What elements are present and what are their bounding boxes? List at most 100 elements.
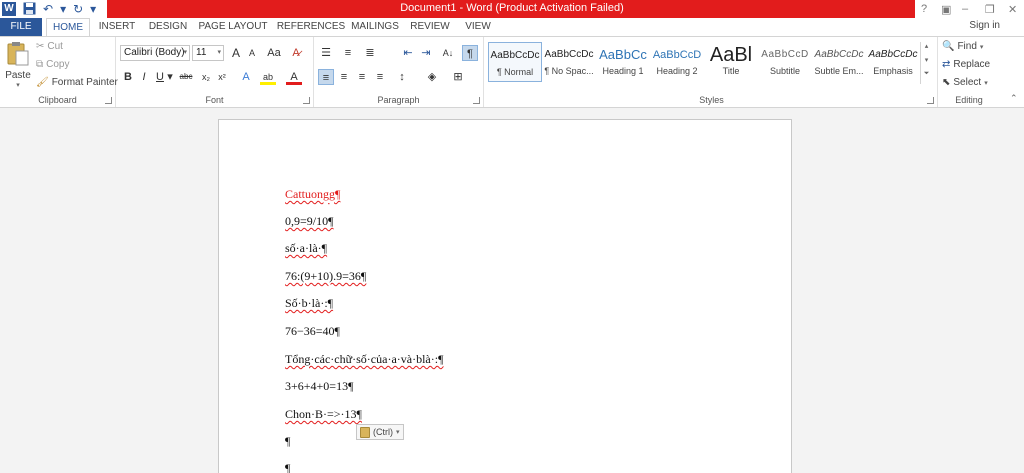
word-app-icon[interactable]: W bbox=[2, 2, 16, 16]
paragraph-group-label: Paragraph bbox=[377, 95, 420, 105]
font-family-combo[interactable]: Calibri (Body) ▾ bbox=[120, 45, 190, 61]
paragraph-8[interactable]: 3+6+4+0=13¶ bbox=[285, 379, 354, 394]
paragraph-10[interactable]: ¶ bbox=[285, 434, 290, 449]
collapse-ribbon-icon[interactable]: ⌃ bbox=[1010, 93, 1018, 104]
change-case-button[interactable]: Aa bbox=[264, 45, 284, 61]
restore-button[interactable]: ❐ bbox=[985, 0, 995, 18]
tab-review[interactable]: REVIEW bbox=[410, 18, 450, 36]
style-emphasis[interactable]: AaBbCcDc Emphasis bbox=[866, 42, 920, 82]
scroll-down-icon[interactable]: ▾ bbox=[921, 56, 932, 70]
minimize-button[interactable]: – bbox=[962, 0, 968, 18]
style-subtitle[interactable]: AaBbCcD Subtitle bbox=[758, 42, 812, 82]
line-spacing-icon: ↕ bbox=[399, 71, 405, 83]
font-launcher-icon[interactable] bbox=[303, 97, 310, 104]
align-left-button[interactable]: ≡ bbox=[318, 69, 334, 85]
line-spacing-button[interactable]: ↕ bbox=[394, 69, 410, 85]
paragraph-2[interactable]: 0,9=9/10¶ bbox=[285, 214, 334, 229]
sign-in-link[interactable]: Sign in bbox=[969, 20, 1000, 31]
paragraph-4[interactable]: 76:(9+10).9=36¶ bbox=[285, 269, 366, 284]
help-button[interactable]: ? bbox=[921, 0, 927, 18]
format-painter-button[interactable]: 🖌 Format Painter bbox=[36, 77, 118, 88]
customize-qat-icon[interactable]: ▾ bbox=[90, 2, 96, 16]
tab-design[interactable]: DESIGN bbox=[146, 18, 190, 36]
clear-formatting-button[interactable]: A̷ bbox=[288, 45, 304, 61]
tab-file[interactable]: FILE bbox=[0, 18, 42, 36]
redo-icon[interactable]: ↻ bbox=[73, 2, 83, 16]
strikethrough-button[interactable]: abc bbox=[176, 69, 196, 85]
style-normal[interactable]: AaBbCcDc ¶ Normal bbox=[488, 42, 542, 82]
document-area: Cattuongg¶ 0,9=9/10¶ số·a·là·¶ 76:(9+10)… bbox=[0, 108, 1024, 473]
align-right-button[interactable]: ≡ bbox=[354, 69, 370, 85]
grow-font-button[interactable]: A bbox=[228, 45, 244, 61]
italic-button[interactable]: I bbox=[136, 69, 152, 85]
style-subtle-emphasis[interactable]: AaBbCcDc Subtle Em... bbox=[812, 42, 866, 82]
tab-page-layout[interactable]: PAGE LAYOUT bbox=[198, 18, 268, 36]
multilevel-list-button[interactable]: ≣ bbox=[362, 45, 378, 61]
shrink-font-icon: A bbox=[248, 48, 255, 58]
subscript-button[interactable]: x₂ bbox=[198, 69, 214, 85]
change-case-icon: Aa bbox=[267, 47, 281, 59]
chevron-down-icon: ▾ bbox=[183, 49, 187, 56]
sort-button[interactable]: A↓ bbox=[440, 45, 456, 61]
styles-launcher-icon[interactable] bbox=[927, 97, 934, 104]
font-color-button[interactable]: A bbox=[286, 69, 302, 85]
select-button[interactable]: ⬉ Select ▾ bbox=[942, 77, 988, 88]
copy-button[interactable]: ⧉ Copy bbox=[36, 59, 70, 70]
borders-button[interactable]: ⊞ bbox=[450, 69, 466, 85]
paragraph-launcher-icon[interactable] bbox=[473, 97, 480, 104]
style-name: Subtle Em... bbox=[814, 66, 864, 76]
paragraph-5[interactable]: Số·b·là·:¶ bbox=[285, 296, 333, 311]
replace-button[interactable]: ⇄ Replace bbox=[942, 59, 990, 70]
decrease-indent-button[interactable]: ⇤ bbox=[400, 45, 416, 61]
style-heading-2[interactable]: AaBbCcD Heading 2 bbox=[650, 42, 704, 82]
text-effects-button[interactable]: A bbox=[238, 69, 254, 85]
scroll-up-icon[interactable]: ▴ bbox=[921, 42, 932, 56]
tab-view[interactable]: VIEW bbox=[460, 18, 496, 36]
save-icon[interactable] bbox=[23, 2, 36, 16]
multilevel-list-icon: ≣ bbox=[365, 47, 375, 59]
scissors-icon: ✂ bbox=[36, 41, 45, 52]
style-no-spacing[interactable]: AaBbCcDc ¶ No Spac... bbox=[542, 42, 596, 82]
font-size-combo[interactable]: 11 ▾ bbox=[192, 45, 224, 61]
style-title[interactable]: AaBl Title bbox=[704, 42, 758, 82]
style-heading-1[interactable]: AaBbCc Heading 1 bbox=[596, 42, 650, 82]
paragraph-9[interactable]: Chon·B·=>·13¶ bbox=[285, 407, 362, 422]
paste-options-button[interactable]: (Ctrl) ▾ bbox=[356, 424, 404, 440]
undo-dropdown-icon[interactable]: ▾ bbox=[60, 2, 66, 16]
increase-indent-icon: ⇥ bbox=[421, 47, 431, 59]
find-button[interactable]: 🔍 Find ▾ bbox=[942, 41, 983, 52]
paragraph-7[interactable]: Tổng·các·chữ·số·của·a·và·blà·:¶ bbox=[285, 352, 444, 367]
superscript-button[interactable]: x² bbox=[214, 69, 230, 85]
clipboard-launcher-icon[interactable] bbox=[105, 97, 112, 104]
bullets-button[interactable]: ☰ bbox=[318, 45, 334, 61]
bold-button[interactable]: B bbox=[120, 69, 136, 85]
paragraph-6[interactable]: 76−36=40¶ bbox=[285, 324, 340, 339]
paste-icon bbox=[7, 42, 29, 66]
show-hide-marks-button[interactable]: ¶ bbox=[462, 45, 478, 61]
document-page[interactable]: Cattuongg¶ 0,9=9/10¶ số·a·là·¶ 76:(9+10)… bbox=[218, 119, 792, 473]
paragraph-11[interactable]: ¶ bbox=[285, 461, 290, 473]
increase-indent-button[interactable]: ⇥ bbox=[418, 45, 434, 61]
editing-group-label: Editing bbox=[955, 95, 983, 105]
justify-button[interactable]: ≡ bbox=[372, 69, 388, 85]
more-styles-icon[interactable]: ⏷ bbox=[921, 70, 932, 84]
ribbon-tabs: FILE HOME INSERT DESIGN PAGE LAYOUT REFE… bbox=[0, 18, 1024, 36]
ribbon-display-options-button[interactable]: ▣ bbox=[941, 0, 951, 18]
tab-insert[interactable]: INSERT bbox=[96, 18, 138, 36]
tab-references[interactable]: REFERENCES bbox=[276, 18, 346, 36]
highlight-button[interactable]: ab bbox=[260, 69, 276, 85]
align-center-button[interactable]: ≡ bbox=[336, 69, 352, 85]
numbering-button[interactable]: ≡ bbox=[340, 45, 356, 61]
underline-dropdown-icon[interactable]: ▾ bbox=[166, 69, 174, 85]
tab-home[interactable]: HOME bbox=[46, 18, 90, 36]
tab-mailings[interactable]: MAILINGS bbox=[350, 18, 400, 36]
paste-button[interactable]: Paste ▾ bbox=[4, 41, 32, 89]
paragraph-3[interactable]: số·a·là·¶ bbox=[285, 241, 327, 256]
shrink-font-button[interactable]: A bbox=[244, 45, 260, 61]
paragraph-1[interactable]: Cattuongg¶ bbox=[285, 187, 340, 202]
cut-button[interactable]: ✂ Cut bbox=[36, 41, 63, 52]
borders-icon: ⊞ bbox=[453, 71, 463, 83]
close-button[interactable]: ✕ bbox=[1008, 0, 1017, 18]
shading-button[interactable]: ◈ bbox=[424, 69, 440, 85]
undo-icon[interactable]: ↶ bbox=[43, 2, 53, 16]
